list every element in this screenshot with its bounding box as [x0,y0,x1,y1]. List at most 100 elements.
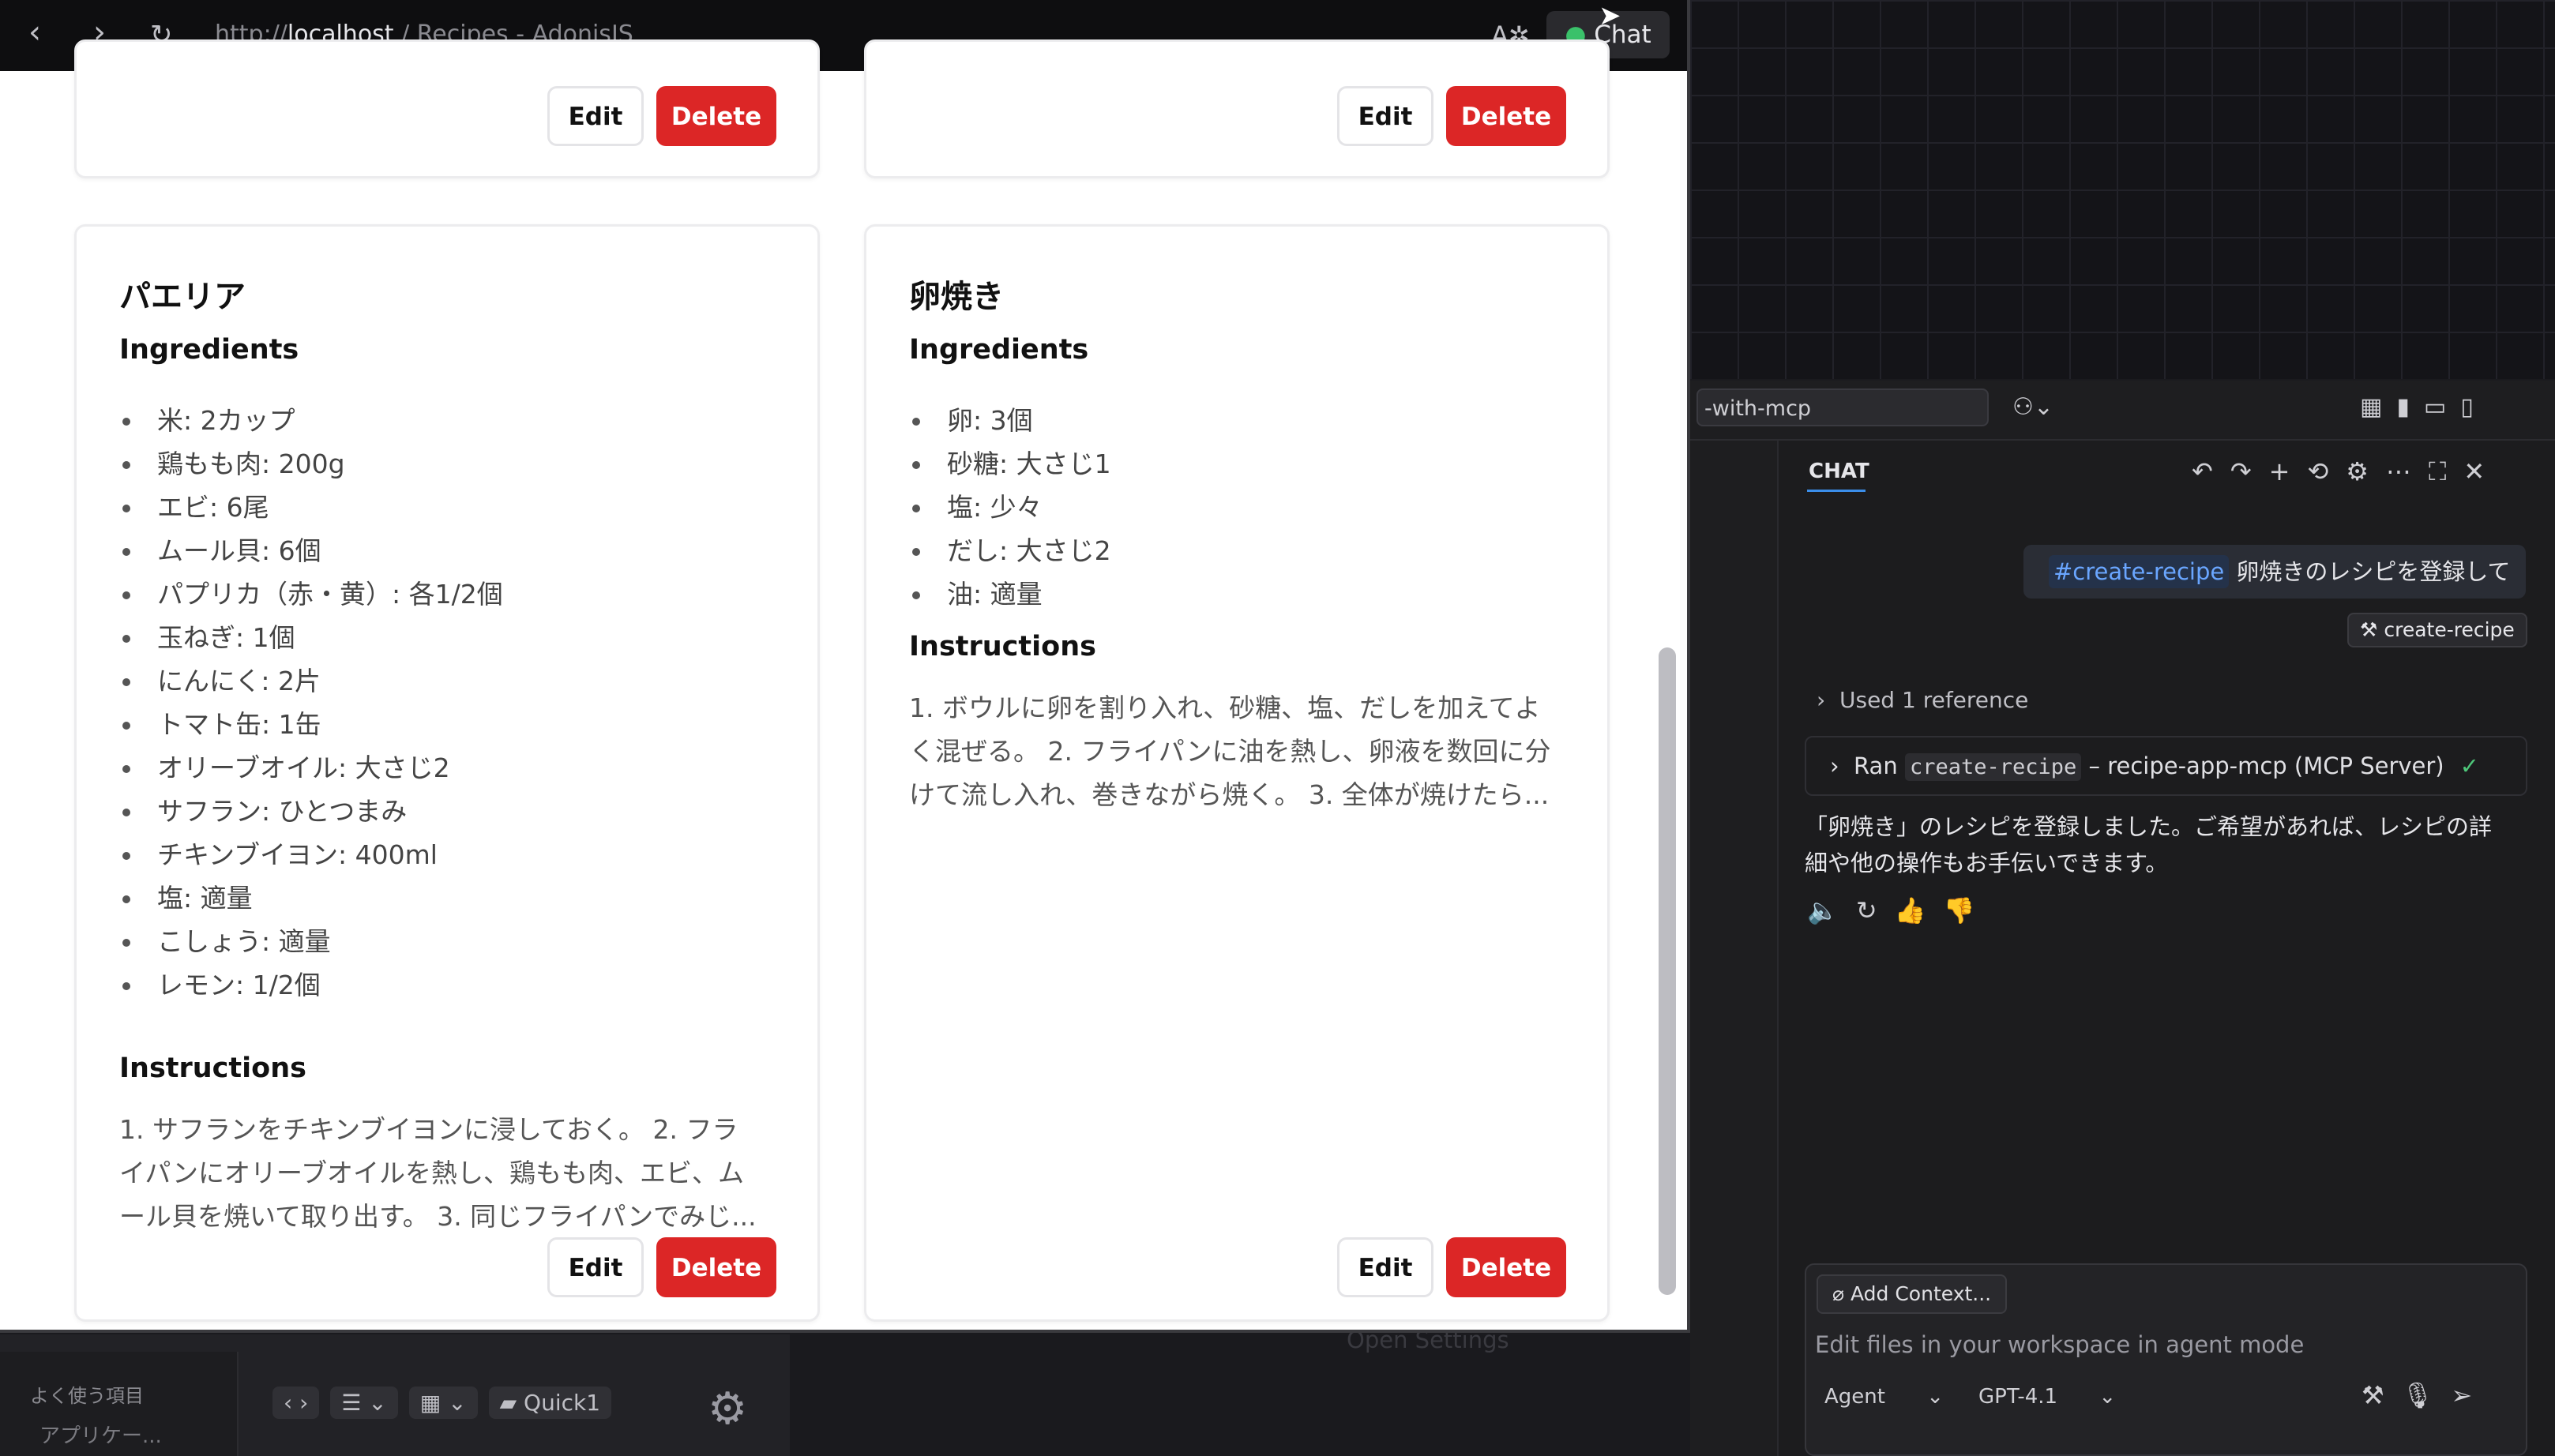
desktop-grid-pattern [1690,0,2555,379]
finder-grid-view[interactable]: ▦ ⌄ [408,1387,478,1419]
finder-list-view[interactable]: ☰ ⌄ [330,1387,398,1419]
undo-icon[interactable]: ↶ [2192,456,2230,486]
finder-back-forward[interactable]: ‹ › [272,1387,320,1419]
reply-actions: 🔈↻👍👎 [1807,895,1992,925]
chat-input-placeholder[interactable]: Edit files in your workspace in agent mo… [1815,1331,2304,1358]
ingredients-list: 卵: 3個 砂糖: 大さじ1 塩: 少々 だし: 大さじ2 油: 適量 [909,399,1111,616]
maximize-icon[interactable]: ⛶ [2429,456,2463,486]
chat-toolbar[interactable]: ↶↷+⟲⚙⋯⛶✕ [2192,456,2502,487]
add-context-button[interactable]: ⌀ Add Context... [1817,1274,2008,1314]
instructions-heading: Instructions [119,1053,306,1084]
copilot-icon[interactable]: ⚇⌄ [2012,393,2053,421]
recipe-title: 卵焼き [909,279,1004,315]
reply-line: 「卵焼き」のレシピを登録しました。ご希望があれば、レシピの詳 [1805,813,2493,840]
new-chat-icon[interactable]: + [2269,456,2308,486]
user-message: #create-recipe 卵焼きのレシピを登録して [2023,545,2526,599]
finder-toolbar: ‹ › ☰ ⌄ ▦ ⌄ ▰ Quick1 [272,1387,622,1419]
redo-icon[interactable]: ↷ [2230,456,2269,486]
finder-item-applications[interactable]: アプリケー... [39,1420,162,1449]
paperclip-icon: ⌀ [1832,1282,1850,1305]
ingredient-item: チキンブイヨン: 400ml [119,833,503,876]
add-context-label: Add Context... [1850,1282,1992,1305]
delete-button[interactable]: Delete [656,86,776,146]
chat-tab[interactable]: CHAT [1809,460,1869,483]
finder-folder[interactable]: ▰ Quick1 [488,1387,612,1419]
send-icon[interactable]: ➢ [2451,1380,2489,1410]
check-icon: ✓ [2459,752,2479,779]
page-scrollbar[interactable] [1659,647,1676,1295]
delete-button[interactable]: Delete [1446,1237,1566,1297]
gear-icon[interactable]: ⚙ [2346,456,2386,486]
ran-prefix: Ran [1854,752,1905,779]
ingredient-item: 油: 適量 [909,572,1111,616]
edit-button[interactable]: Edit [547,1237,644,1297]
folder-icon: ▰ [499,1390,524,1416]
ingredient-item: 玉ねぎ: 1個 [119,616,503,659]
tools-icon: ⚒ [2360,618,2384,641]
agent-model-row: Agent ⌄ GPT-4.1 ⌄ [1824,1385,2151,1409]
command-center-search[interactable]: -with-mcp [1696,388,1989,426]
thumbs-down-icon[interactable]: 👎 [1944,895,1993,925]
finder-favorites-label: よく使う項目 [30,1385,144,1407]
retry-icon[interactable]: ↻ [1856,895,1895,925]
ingredient-item: 米: 2カップ [119,399,503,442]
ingredient-item: 卵: 3個 [909,399,1111,442]
prompt-reference[interactable]: #create-recipe [2049,555,2230,588]
model-select[interactable]: GPT-4.1 ⌄ [1978,1385,2116,1409]
gear-icon[interactable]: ⚙ [708,1383,747,1435]
tool-chip-label: create-recipe [2384,618,2515,641]
recipe-card: Edit Delete [864,39,1610,178]
chevron-right-icon: › [1830,752,1854,779]
instructions-text: 1. ボウルに卵を割り入れ、砂糖、塩、だしを加えてよ く混ぜる。 2. フライパ… [909,692,1551,810]
tool-chip[interactable]: ⚒ create-recipe [2347,613,2527,647]
ingredient-item: 砂糖: 大さじ1 [909,442,1111,486]
chat-tab-indicator [1807,490,1866,492]
speaker-icon[interactable]: 🔈 [1807,895,1856,925]
ran-tool-name: create-recipe [1904,753,2082,781]
input-actions: ⚒🎙➢ [2361,1380,2489,1410]
ingredient-item: だし: 大さじ2 [909,529,1111,572]
back-icon[interactable]: ‹ [28,14,41,51]
ingredient-item: こしょう: 適量 [119,920,503,963]
recipe-card: Edit Delete [74,39,820,178]
history-icon[interactable]: ⟲ [2307,456,2346,486]
more-icon[interactable]: ⋯ [2386,456,2429,486]
ran-suffix: – recipe-app-mcp (MCP Server) [2081,752,2444,779]
recipes-page: Edit Delete Edit Delete パエリア Ingredients… [0,39,1687,1330]
ingredient-item: レモン: 1/2個 [119,963,503,1007]
assistant-reply: 「卵焼き」のレシピを登録しました。ご希望があれば、レシピの詳 細や他の操作もお手… [1805,809,2531,881]
thumbs-up-icon[interactable]: 👍 [1895,895,1944,925]
ingredients-heading: Ingredients [119,334,299,366]
ingredient-item: エビ: 6尾 [119,486,503,529]
ingredient-item: パプリカ（赤・黄）: 各1/2個 [119,572,503,616]
microphone-icon[interactable]: 🎙 [2402,1380,2452,1410]
ingredient-item: にんにく: 2片 [119,659,503,703]
edit-button[interactable]: Edit [1337,1237,1433,1297]
ingredient-item: 鶏もも肉: 200g [119,442,503,486]
edit-button[interactable]: Edit [547,86,644,146]
reply-line: 細や他の操作もお手伝いできます。 [1805,850,2169,876]
ingredient-item: サフラン: ひとつまみ [119,790,503,833]
ingredient-item: ムール貝: 6個 [119,529,503,572]
used-reference-toggle[interactable]: › Used 1 reference [1817,687,2028,713]
ingredient-item: オリーブオイル: 大さじ2 [119,746,503,790]
instructions-text: 1. サフランをチキンブイヨンに浸しておく。 2. フラ イパンにオリーブオイル… [119,1114,757,1232]
tool-run-summary[interactable]: › Ran create-recipe – recipe-app-mcp (MC… [1805,736,2527,796]
recipe-card-paella: パエリア Ingredients 米: 2カップ 鶏もも肉: 200g エビ: … [74,224,820,1322]
recipe-title: パエリア [119,279,246,315]
instructions-heading: Instructions [909,631,1096,662]
chevron-right-icon: › [1817,687,1839,713]
browser-window: ‹ › ↻ http://localhost / Recipes - Adoni… [0,0,1690,1333]
ingredients-list: 米: 2カップ 鶏もも肉: 200g エビ: 6尾 ムール貝: 6個 パプリカ（… [119,399,503,1007]
delete-button[interactable]: Delete [1446,86,1566,146]
ingredient-item: 塩: 少々 [909,486,1111,529]
ingredient-item: 塩: 適量 [119,876,503,920]
close-icon[interactable]: ✕ [2463,456,2502,486]
used-reference-label: Used 1 reference [1839,687,2029,713]
mode-select[interactable]: Agent ⌄ [1824,1385,1944,1409]
layout-controls[interactable]: ▦▮▭▯ [2360,393,2488,421]
delete-button[interactable]: Delete [656,1237,776,1297]
edit-button[interactable]: Edit [1337,86,1433,146]
tools-icon[interactable]: ⚒ [2361,1380,2402,1410]
user-message-text: 卵焼きのレシピを登録して [2229,558,2511,585]
